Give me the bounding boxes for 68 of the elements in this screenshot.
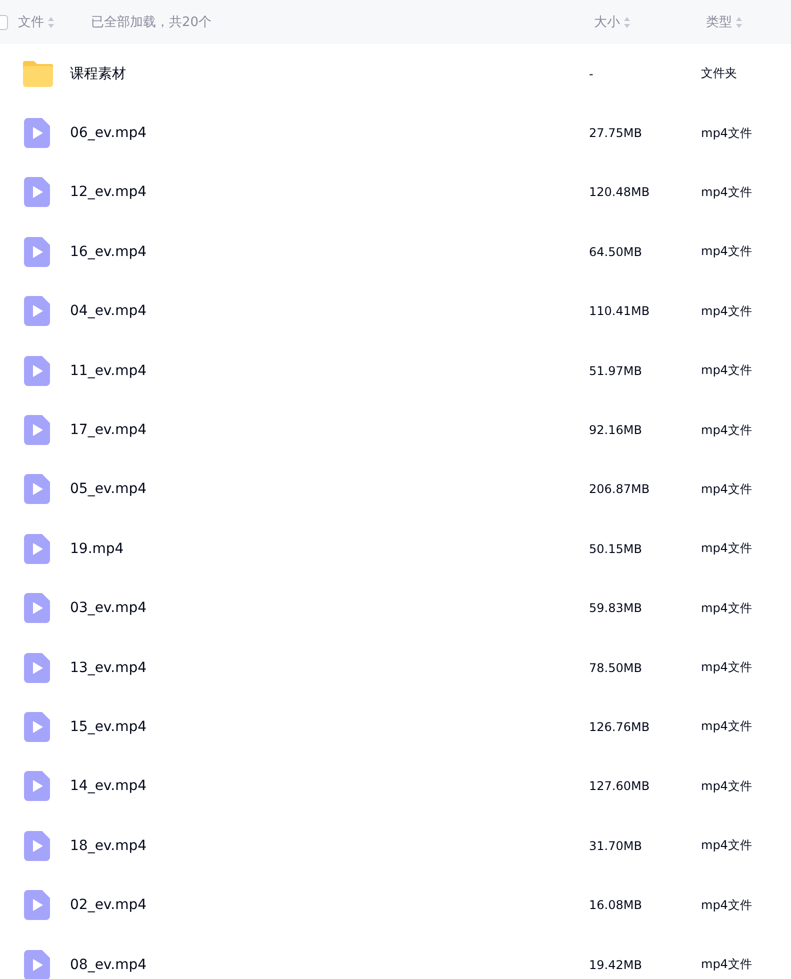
- file-size: 92.16MB: [589, 423, 643, 438]
- file-name[interactable]: 11_ev.mp4: [70, 362, 589, 379]
- file-name[interactable]: 08_ev.mp4: [70, 956, 589, 973]
- video-file-icon: [24, 534, 50, 564]
- file-type: 文件夹: [701, 65, 737, 82]
- file-name[interactable]: 13_ev.mp4: [70, 660, 589, 676]
- video-file-icon: [24, 177, 50, 208]
- file-name[interactable]: 19.mp4: [70, 540, 589, 557]
- file-size: 120.48MB: [589, 185, 651, 200]
- file-type: mp4文件: [701, 184, 752, 201]
- file-type: mp4文件: [701, 422, 752, 439]
- file-name[interactable]: 04_ev.mp4: [70, 303, 589, 320]
- file-size: 50.15MB: [589, 542, 643, 556]
- file-size: 206.87MB: [589, 482, 651, 496]
- video-file-icon: [24, 712, 50, 742]
- video-file-icon: [24, 118, 50, 148]
- video-file-icon: [24, 236, 50, 267]
- sort-icon: [736, 16, 742, 28]
- file-type: mp4文件: [701, 778, 752, 795]
- file-size: 127.60MB: [589, 779, 651, 794]
- file-type: mp4文件: [701, 362, 752, 380]
- file-type: mp4文件: [701, 837, 752, 854]
- video-file-icon: [24, 652, 50, 683]
- file-size: 126.76MB: [589, 720, 651, 734]
- file-type: mp4文件: [701, 124, 752, 142]
- file-name[interactable]: 12_ev.mp4: [70, 184, 589, 200]
- video-file-icon: [24, 890, 50, 920]
- file-type: mp4文件: [701, 302, 752, 320]
- file-type: mp4文件: [701, 243, 752, 260]
- video-file-icon: [24, 415, 50, 446]
- load-status: 已全部加载，共20个: [91, 14, 212, 31]
- file-size: 78.50MB: [589, 660, 643, 675]
- file-name[interactable]: 课程素材: [70, 64, 589, 83]
- video-file-icon: [24, 593, 50, 624]
- sort-icon: [48, 16, 54, 28]
- file-type: mp4文件: [701, 896, 752, 914]
- video-file-icon: [24, 950, 50, 979]
- file-size: 27.75MB: [589, 126, 643, 140]
- file-type: mp4文件: [701, 718, 752, 736]
- file-name[interactable]: 17_ev.mp4: [70, 422, 589, 438]
- file-size: 51.97MB: [589, 364, 643, 378]
- sort-icon: [624, 16, 630, 28]
- file-name[interactable]: 06_ev.mp4: [70, 125, 589, 142]
- file-name[interactable]: 05_ev.mp4: [70, 481, 589, 498]
- file-name[interactable]: 16_ev.mp4: [70, 244, 589, 260]
- file-size: 59.83MB: [589, 601, 643, 616]
- file-name[interactable]: 18_ev.mp4: [70, 838, 589, 854]
- video-file-icon: [24, 296, 50, 326]
- file-size: 31.70MB: [589, 838, 643, 853]
- file-name[interactable]: 14_ev.mp4: [70, 778, 589, 794]
- file-size: 64.50MB: [589, 244, 643, 259]
- file-size: 110.41MB: [589, 304, 651, 318]
- file-type: mp4文件: [701, 480, 752, 498]
- video-file-icon: [24, 771, 50, 802]
- file-size: -: [589, 66, 594, 81]
- file-type: mp4文件: [701, 659, 752, 676]
- file-name[interactable]: 15_ev.mp4: [70, 718, 589, 735]
- file-size: 19.42MB: [589, 958, 643, 972]
- video-file-icon: [24, 830, 50, 861]
- file-name[interactable]: 03_ev.mp4: [70, 600, 589, 616]
- file-type: mp4文件: [701, 600, 752, 617]
- video-file-icon: [24, 356, 50, 386]
- file-type: mp4文件: [701, 540, 752, 558]
- file-name[interactable]: 02_ev.mp4: [70, 897, 589, 914]
- video-file-icon: [24, 474, 50, 504]
- file-size: 16.08MB: [589, 898, 643, 912]
- folder-icon: [23, 60, 53, 87]
- file-type: mp4文件: [701, 956, 752, 974]
